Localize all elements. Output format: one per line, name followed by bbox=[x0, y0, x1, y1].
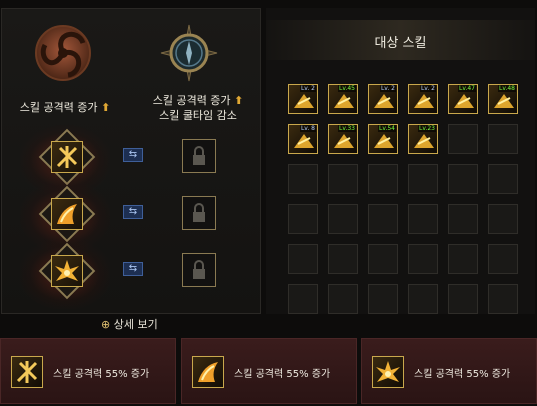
fire-slash-icon[interactable] bbox=[51, 198, 83, 230]
lock-icon bbox=[193, 260, 205, 279]
locked-slot[interactable] bbox=[182, 196, 216, 230]
skill-level-badge: Lv.33 bbox=[338, 125, 356, 132]
fire-burst-icon[interactable]: Lv.54 bbox=[368, 124, 398, 154]
skill-level-badge: Lv.23 bbox=[418, 125, 436, 132]
skill-level-badge: Lv. 8 bbox=[299, 125, 316, 132]
card-effect-text: 스킬 공격력 55% 증가 bbox=[414, 369, 511, 380]
empty-skill-slot bbox=[488, 164, 518, 194]
up-arrow-icon: ⬆ bbox=[234, 94, 244, 107]
cooldown-attack-label: 스킬 공격력 증가 bbox=[152, 94, 231, 107]
skill-level-badge: Lv. 2 bbox=[419, 85, 436, 92]
up-arrow-icon: ⬆ bbox=[101, 101, 111, 114]
ground-spike-icon[interactable]: Lv. 8 bbox=[288, 124, 318, 154]
lock-icon bbox=[193, 203, 205, 222]
rune-effect-card: 스킬 공격력 55% 증가 bbox=[361, 338, 537, 404]
swap-button[interactable]: ⇆ bbox=[123, 205, 143, 219]
empty-skill-slot bbox=[368, 284, 398, 314]
attack-increase-label: 스킬 공격력 증가 bbox=[19, 101, 98, 114]
crossed-blades-icon bbox=[11, 356, 43, 388]
empty-skill-slot bbox=[328, 244, 358, 274]
runner-icon[interactable]: Lv.23 bbox=[408, 124, 438, 154]
empty-skill-slot bbox=[448, 124, 478, 154]
detail-view-link[interactable]: ⊕ 상세 보기 bbox=[101, 316, 158, 332]
magnifier-plus-icon: ⊕ bbox=[101, 318, 111, 331]
rune-row: ⇆ bbox=[2, 182, 260, 252]
empty-skill-slot bbox=[408, 244, 438, 274]
vortex-icon[interactable]: Lv.48 bbox=[488, 84, 518, 114]
whirl-slash-icon[interactable]: Lv.45 bbox=[328, 84, 358, 114]
cooldown-title: 스킬 공격력 증가 ⬆ 스킬 쿨타임 감소 bbox=[142, 93, 254, 123]
target-skill-title: 대상 스킬 bbox=[374, 36, 427, 51]
card-effect-text: 스킬 공격력 55% 증가 bbox=[53, 369, 150, 380]
rune-effect-card: 스킬 공격력 55% 증가 bbox=[0, 338, 176, 404]
empty-skill-slot bbox=[288, 244, 318, 274]
skill-level-badge: Lv. 2 bbox=[379, 85, 396, 92]
fire-slash-icon bbox=[192, 356, 224, 388]
empty-skill-slot bbox=[448, 164, 478, 194]
flame-dash-icon[interactable]: Lv.33 bbox=[328, 124, 358, 154]
empty-skill-slot bbox=[408, 284, 438, 314]
attack-spiral-emblem-icon bbox=[33, 23, 93, 83]
empty-skill-slot bbox=[368, 244, 398, 274]
skill-level-badge: Lv.47 bbox=[458, 85, 476, 92]
empty-skill-slot bbox=[488, 284, 518, 314]
locked-slot[interactable] bbox=[182, 139, 216, 173]
rune-row: ⇆ bbox=[2, 239, 260, 309]
crossed-blades-icon[interactable] bbox=[51, 141, 83, 173]
skill-level-badge: Lv.48 bbox=[498, 85, 516, 92]
spin-figure-icon[interactable]: Lv. 2 bbox=[368, 84, 398, 114]
empty-skill-slot bbox=[448, 204, 478, 234]
rune-effect-card: 스킬 공격력 55% 증가 bbox=[181, 338, 357, 404]
empty-skill-slot bbox=[288, 164, 318, 194]
empty-skill-slot bbox=[408, 164, 438, 194]
lock-icon bbox=[193, 146, 205, 165]
empty-skill-slot bbox=[288, 284, 318, 314]
strike-figure-icon[interactable]: Lv. 2 bbox=[408, 84, 438, 114]
card-effect-text: 스킬 공격력 55% 증가 bbox=[234, 369, 331, 380]
empty-skill-slot bbox=[448, 284, 478, 314]
rune-panel: 스킬 공격력 증가 ⬆ 스킬 공격력 증가 ⬆ 스킬 쿨타임 감소 ⇆ ⇆ ⇆ bbox=[1, 8, 261, 314]
empty-skill-slot bbox=[368, 164, 398, 194]
empty-skill-slot bbox=[488, 124, 518, 154]
explosion-icon bbox=[372, 356, 404, 388]
empty-skill-slot bbox=[488, 204, 518, 234]
empty-skill-slot bbox=[288, 204, 318, 234]
swap-button[interactable]: ⇆ bbox=[123, 148, 143, 162]
empty-skill-slot bbox=[408, 204, 438, 234]
attack-increase-title: 스킬 공격력 증가 ⬆ bbox=[10, 99, 120, 115]
empty-skill-slot bbox=[368, 204, 398, 234]
skill-level-badge: Lv.45 bbox=[338, 85, 356, 92]
cooldown-reduce-label: 스킬 쿨타임 감소 bbox=[159, 109, 237, 122]
skill-level-badge: Lv.54 bbox=[378, 125, 396, 132]
swap-button[interactable]: ⇆ bbox=[123, 262, 143, 276]
arrow-dash-icon[interactable]: Lv. 2 bbox=[288, 84, 318, 114]
empty-skill-slot bbox=[328, 204, 358, 234]
explosion-icon[interactable] bbox=[51, 255, 83, 287]
target-skill-header: 대상 스킬 bbox=[266, 20, 535, 60]
target-skill-panel: 대상 스킬 Lv. 2 Lv.45 Lv. 2 Lv. 2 Lv.47 Lv.48 Lv. … bbox=[266, 8, 535, 314]
detail-view-label: 상세 보기 bbox=[113, 318, 158, 331]
locked-slot[interactable] bbox=[182, 253, 216, 287]
kick-figure-icon[interactable]: Lv.47 bbox=[448, 84, 478, 114]
skill-level-badge: Lv. 2 bbox=[299, 85, 316, 92]
empty-skill-slot bbox=[488, 244, 518, 274]
empty-skill-slot bbox=[328, 164, 358, 194]
compass-emblem-icon bbox=[159, 23, 219, 83]
empty-skill-slot bbox=[328, 284, 358, 314]
empty-skill-slot bbox=[448, 244, 478, 274]
rune-row: ⇆ bbox=[2, 125, 260, 195]
